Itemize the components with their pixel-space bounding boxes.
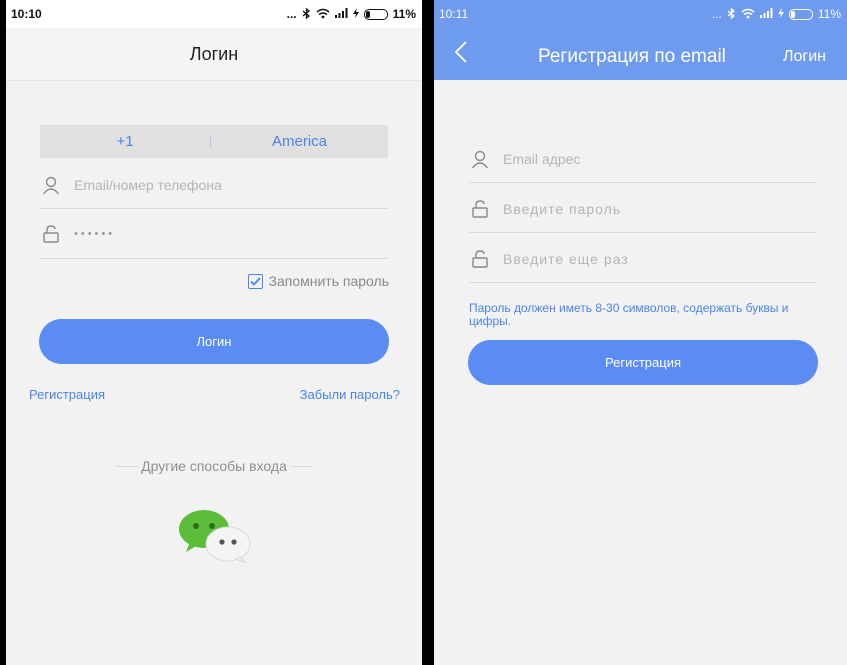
- charging-icon: [352, 8, 359, 20]
- status-bar: 10:11 ... 11%: [434, 0, 847, 28]
- country-selector[interactable]: +1 America: [40, 125, 388, 158]
- status-time: 10:11: [439, 7, 469, 21]
- status-dots: ...: [711, 7, 722, 21]
- forgot-password-link[interactable]: Забыли пароль?: [300, 387, 400, 402]
- wifi-icon: [316, 8, 330, 21]
- nav-bar: Регистрация по email Логин: [434, 28, 847, 80]
- battery-percent: 11%: [392, 7, 416, 21]
- back-arrow-icon[interactable]: [454, 40, 468, 69]
- divider-right: [289, 465, 312, 467]
- page-title: Логин: [189, 43, 239, 64]
- signal-icon: [759, 8, 773, 20]
- signal-icon: [334, 8, 348, 20]
- email-field[interactable]: Email адрес: [469, 136, 817, 183]
- password-hint: Пароль должен иметь 8-30 символов, содер…: [469, 301, 789, 328]
- battery-icon: [788, 8, 813, 20]
- status-dots: ...: [286, 7, 297, 21]
- password-field[interactable]: ••••••: [40, 210, 388, 259]
- email-placeholder: Email адрес: [503, 151, 581, 167]
- divider-left: [116, 465, 139, 467]
- lock-icon: [469, 249, 491, 269]
- register-button[interactable]: Регистрация: [468, 340, 818, 385]
- bluetooth-icon: [302, 7, 311, 21]
- register-link[interactable]: Регистрация: [29, 387, 105, 402]
- country-code: +1: [116, 133, 134, 150]
- register-screen: 10:11 ... 11% Регистрация по email Логин: [434, 0, 847, 665]
- remember-checkbox[interactable]: [247, 273, 263, 289]
- status-time: 10:10: [11, 7, 42, 21]
- bluetooth-icon: [727, 7, 736, 21]
- battery-icon: [363, 8, 388, 20]
- login-screen: 10:10 ... 11% Логин +1 America Email/ном…: [6, 0, 422, 665]
- lock-icon: [40, 224, 62, 244]
- login-button[interactable]: Логин: [39, 319, 389, 364]
- wechat-icon[interactable]: [178, 506, 254, 564]
- password-placeholder: Введите пароль: [503, 201, 622, 217]
- user-icon: [469, 149, 491, 169]
- charging-icon: [777, 8, 784, 20]
- password-field[interactable]: Введите пароль: [469, 186, 817, 233]
- user-icon: [40, 175, 62, 195]
- password-mask: ••••••: [74, 228, 116, 240]
- other-login-methods: Другие способы входа: [116, 458, 312, 474]
- password-repeat-placeholder: Введите еще раз: [503, 251, 629, 267]
- remember-label: Запомнить пароль: [268, 273, 389, 289]
- password-repeat-field[interactable]: Введите еще раз: [469, 236, 817, 283]
- account-field[interactable]: Email/номер телефона: [40, 162, 388, 209]
- wifi-icon: [741, 8, 755, 21]
- other-methods-label: Другие способы входа: [141, 458, 287, 474]
- nav-bar: Логин: [6, 28, 422, 81]
- login-link[interactable]: Логин: [783, 48, 826, 66]
- status-bar: 10:10 ... 11%: [6, 0, 422, 28]
- remember-password[interactable]: Запомнить пароль: [247, 273, 389, 289]
- page-title: Регистрация по email: [538, 46, 726, 67]
- country-name: America: [271, 133, 327, 150]
- battery-percent: 11%: [817, 7, 841, 21]
- account-placeholder: Email/номер телефона: [74, 177, 222, 193]
- lock-icon: [469, 199, 491, 219]
